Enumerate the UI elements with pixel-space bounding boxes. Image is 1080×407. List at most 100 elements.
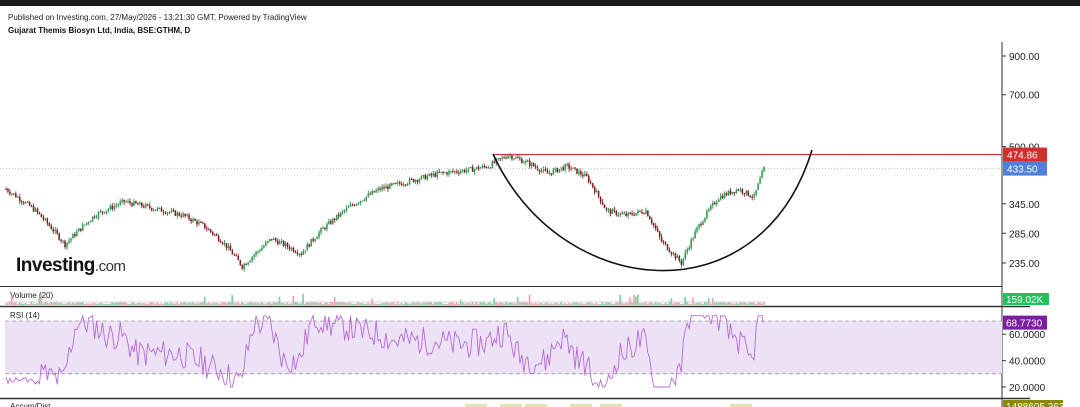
candle-body	[105, 210, 108, 213]
candle-body	[225, 242, 228, 249]
candle-body	[91, 216, 94, 221]
volume-bar	[625, 302, 627, 305]
volume-bar	[489, 302, 492, 305]
volume-bar	[81, 302, 84, 305]
volume-bar	[526, 302, 529, 305]
candle-body	[182, 213, 184, 217]
candle-body	[66, 242, 68, 248]
candle-body	[398, 182, 401, 184]
candle-body	[178, 212, 181, 216]
candle-body	[402, 184, 405, 186]
candle-body	[454, 171, 456, 173]
candle-body	[406, 183, 409, 185]
volume-bar	[176, 302, 178, 305]
candle-body	[552, 169, 555, 175]
candle-body	[276, 240, 279, 245]
candle-body	[544, 168, 547, 171]
candle-body	[550, 172, 553, 175]
candle-body	[85, 222, 88, 225]
candle-body	[660, 236, 663, 242]
candle-body	[300, 253, 303, 255]
volume-bar	[633, 295, 635, 305]
volume-bar	[581, 303, 584, 305]
volume-bar	[8, 302, 11, 305]
candle-body	[269, 239, 271, 241]
volume-bar	[68, 302, 70, 305]
candle-body	[156, 207, 159, 210]
candle-body	[192, 218, 194, 222]
volume-bar	[650, 302, 653, 305]
volume-bar	[463, 303, 466, 305]
candle-body	[233, 254, 236, 256]
candle-body	[343, 210, 346, 212]
volume-bar	[361, 303, 364, 305]
candle-body	[714, 202, 716, 205]
volume-bar	[621, 302, 623, 305]
candle-body	[257, 251, 259, 253]
candle-body	[188, 214, 190, 220]
volume-bar	[530, 303, 533, 305]
candle-body	[345, 207, 348, 211]
volume-bar	[648, 302, 651, 305]
volume-bar	[258, 303, 261, 305]
candle-body	[582, 174, 584, 177]
volume-bar	[412, 302, 415, 305]
volume-bar	[507, 303, 509, 305]
candle-body	[150, 207, 153, 211]
candle-body	[247, 262, 249, 265]
candle-body	[434, 173, 436, 177]
volume-bar	[418, 302, 421, 305]
volume-bar	[24, 302, 27, 305]
volume-bar	[375, 303, 377, 305]
volume-bar	[184, 302, 186, 305]
candle-body	[278, 241, 281, 245]
volume-bar	[686, 302, 688, 305]
candle-body	[408, 178, 411, 184]
volume-bar	[266, 302, 269, 305]
candle-body	[9, 191, 11, 194]
volume-bar	[77, 302, 80, 305]
last-price-label: 433.50	[1007, 165, 1038, 176]
candle-body	[564, 164, 566, 171]
candle-body	[605, 208, 608, 210]
volume-bar	[522, 302, 525, 305]
candle-body	[111, 205, 114, 210]
candle-body	[680, 260, 683, 265]
candle-body	[245, 264, 247, 266]
candle-body	[237, 256, 240, 261]
volume-bar	[646, 303, 649, 305]
volume-bar	[394, 303, 397, 305]
volume-bar	[60, 302, 62, 305]
volume-bar	[516, 296, 519, 305]
candle-body	[440, 171, 442, 173]
volume-bar	[93, 302, 96, 305]
volume-bar	[205, 303, 208, 305]
candle-body	[501, 157, 503, 159]
volume-bar	[160, 303, 163, 305]
candle-body	[166, 212, 169, 214]
volume-bar	[50, 302, 52, 305]
volume-bar	[406, 303, 409, 305]
volume-bar	[534, 302, 537, 305]
volume-bar	[42, 303, 45, 305]
candle-body	[294, 251, 297, 253]
candle-body	[448, 171, 450, 175]
candle-body	[548, 172, 551, 174]
price-chart[interactable]: 900.00700.00500.00345.00285.00235.00474.…	[0, 0, 1080, 407]
volume-bar	[491, 303, 493, 305]
volume-bar	[575, 302, 578, 305]
volume-bar	[487, 302, 490, 305]
candle-body	[310, 238, 312, 247]
volume-bar	[698, 302, 700, 305]
candle-body	[542, 168, 545, 171]
candle-body	[710, 205, 712, 210]
candle-body	[643, 213, 645, 215]
candle-body	[36, 208, 39, 213]
volume-bar	[757, 302, 759, 305]
volume-bar	[14, 302, 17, 305]
volume-bar	[134, 303, 137, 305]
volume-bar	[497, 303, 499, 305]
volume-bar	[353, 303, 356, 305]
volume-bar	[79, 302, 82, 305]
volume-bar	[479, 302, 482, 305]
